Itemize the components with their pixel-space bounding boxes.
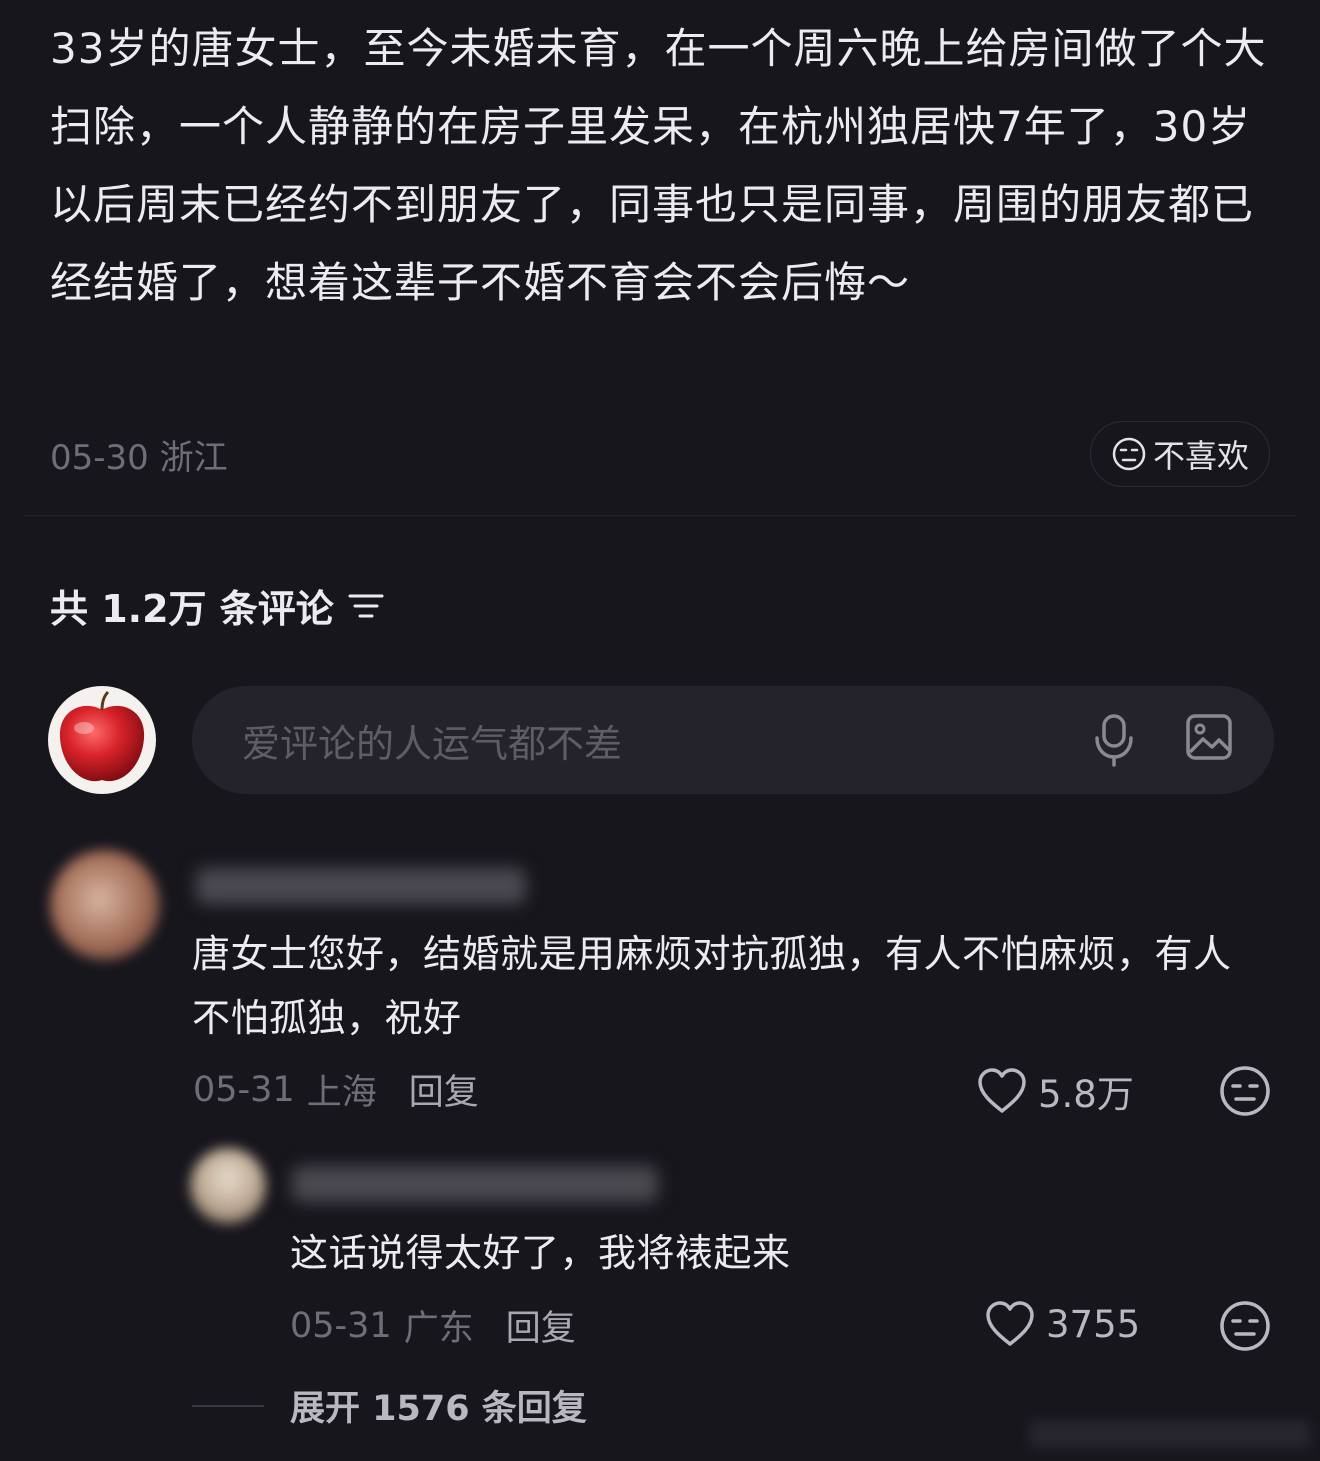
- post-meta: 05-30 浙江: [50, 430, 228, 479]
- reply-reply-button[interactable]: 回复: [506, 1300, 576, 1351]
- sort-lines-icon[interactable]: [348, 591, 384, 621]
- reply-meta: 05-31 广东 回复: [290, 1300, 576, 1351]
- comment-like-count: 5.8万: [1038, 1073, 1134, 1116]
- comment-count-label: 共 1.2万 条评论: [50, 587, 334, 631]
- reply-date: 05-31: [290, 1305, 392, 1346]
- reply-avatar[interactable]: [190, 1148, 266, 1224]
- image-icon[interactable]: [1184, 712, 1234, 762]
- heart-icon: [978, 1068, 1026, 1113]
- expand-replies-button[interactable]: 展开 1576 条回复: [192, 1380, 587, 1431]
- comment-reply-button[interactable]: 回复: [409, 1064, 479, 1115]
- reply-text: 这话说得太好了，我将裱起来: [290, 1231, 791, 1275]
- heart-icon: [986, 1301, 1034, 1346]
- neutral-face-icon: [1112, 437, 1146, 471]
- comment-input-placeholder: 爱评论的人运气都不差: [242, 721, 623, 766]
- dislike-button[interactable]: 不喜欢: [1090, 421, 1270, 487]
- post-text: 33岁的唐女士，至今未婚未育，在一个周六晚上给房间做了个大扫除，一个人静静的在房…: [50, 24, 1267, 307]
- post-date: 05-30: [50, 438, 149, 478]
- comment-text: 唐女士您好，结婚就是用麻烦对抗孤独，有人不怕麻烦，有人不怕孤独，祝好: [192, 932, 1232, 1040]
- reply-name-blurred[interactable]: [292, 1166, 658, 1202]
- apple-avatar[interactable]: [48, 686, 156, 794]
- post-location: 浙江: [159, 438, 228, 478]
- commenter-avatar[interactable]: [50, 850, 160, 960]
- divider: [24, 515, 1296, 516]
- dislike-label: 不喜欢: [1152, 437, 1249, 475]
- dislike-face-icon[interactable]: [1219, 1065, 1271, 1117]
- comment-count-header[interactable]: 共 1.2万 条评论: [50, 578, 384, 633]
- comment-location: 上海: [306, 1073, 377, 1113]
- reply-like-button[interactable]: 3755: [984, 1300, 1140, 1348]
- reply-like-count: 3755: [1046, 1302, 1141, 1346]
- comment-like-button[interactable]: 5.8万: [976, 1064, 1134, 1118]
- dislike-face-icon[interactable]: [1219, 1300, 1271, 1352]
- watermark-blur: [1030, 1421, 1310, 1447]
- expand-replies-label: 展开 1576 条回复: [290, 1389, 587, 1429]
- comment-input[interactable]: 爱评论的人运气都不差: [192, 686, 1274, 794]
- reply-location: 广东: [403, 1309, 474, 1349]
- commenter-name-blurred[interactable]: [196, 868, 526, 904]
- comment-date: 05-31: [193, 1069, 295, 1110]
- microphone-icon[interactable]: [1092, 712, 1136, 768]
- comment-meta: 05-31 上海 回复: [193, 1064, 479, 1115]
- expand-divider: [192, 1404, 264, 1407]
